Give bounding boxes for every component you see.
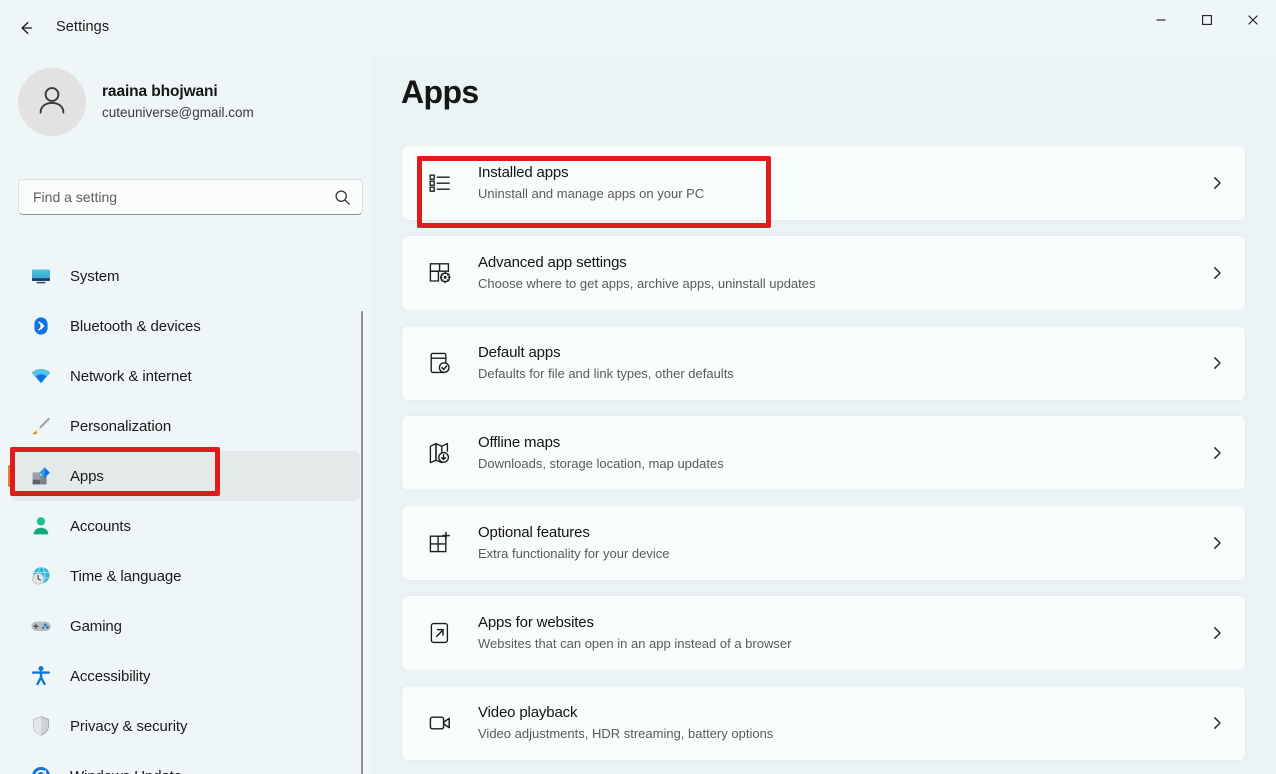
account-person-icon xyxy=(28,513,54,539)
sidebar-item-label: Accounts xyxy=(70,517,131,535)
apps-icon xyxy=(28,463,54,489)
card-subtitle: Choose where to get apps, archive apps, … xyxy=(478,276,816,291)
sidebar-item-privacy-security[interactable]: Privacy & security xyxy=(12,701,360,751)
search-icon[interactable] xyxy=(322,189,362,206)
sidebar-item-personalization[interactable]: Personalization xyxy=(12,401,360,451)
sidebar-item-label: Accessibility xyxy=(70,667,151,685)
sidebar-item-label: Gaming xyxy=(70,617,122,635)
chevron-right-icon[interactable] xyxy=(1189,535,1245,551)
app-gear-icon xyxy=(424,257,456,289)
sidebar-item-label: Windows Update xyxy=(70,768,182,774)
card-title: Default apps xyxy=(478,344,561,361)
sidebar-item-windows-update[interactable]: Windows Update xyxy=(12,751,360,774)
app-check-icon xyxy=(424,347,456,379)
close-button[interactable] xyxy=(1230,0,1276,40)
sidebar-item-network-internet[interactable]: Network & internet xyxy=(12,351,360,401)
minimize-button[interactable] xyxy=(1138,0,1184,40)
sidebar-item-apps[interactable]: Apps xyxy=(8,451,360,501)
sidebar-item-system[interactable]: System xyxy=(12,251,360,301)
accessibility-icon xyxy=(28,663,54,689)
chevron-right-icon[interactable] xyxy=(1189,265,1245,281)
card-installed-apps[interactable]: Installed apps Uninstall and manage apps… xyxy=(401,145,1246,221)
windows-update-icon xyxy=(28,763,54,774)
card-offline-maps[interactable]: Offline maps Downloads, storage location… xyxy=(401,415,1246,491)
external-link-icon xyxy=(424,617,456,649)
sidebar-item-label: Bluetooth & devices xyxy=(70,317,201,335)
sidebar: raaina bhojwani cuteuniverse@gmail.com F… xyxy=(0,56,372,774)
card-subtitle: Video adjustments, HDR streaming, batter… xyxy=(478,726,774,741)
chevron-right-icon[interactable] xyxy=(1189,175,1245,191)
monitor-icon xyxy=(28,263,54,289)
video-camera-icon xyxy=(424,707,456,739)
settings-window: Settings raaina bhojwani cuteuniverse@gm… xyxy=(0,0,1276,774)
card-subtitle: Defaults for file and link types, other … xyxy=(478,366,734,381)
card-title: Advanced app settings xyxy=(478,254,627,271)
close-icon xyxy=(1247,14,1259,26)
wifi-icon xyxy=(28,363,54,389)
sidebar-nav: System Bluetooth & devices Network & int… xyxy=(0,251,372,774)
clock-globe-icon xyxy=(28,563,54,589)
card-optional-features[interactable]: Optional features Extra functionality fo… xyxy=(401,505,1246,581)
gamepad-icon xyxy=(28,613,54,639)
vertical-scrollbar[interactable] xyxy=(360,311,364,774)
sidebar-item-label: Apps xyxy=(70,467,104,485)
sidebar-item-label: Time & language xyxy=(70,567,182,585)
chevron-right-icon[interactable] xyxy=(1189,715,1245,731)
card-advanced-app-settings[interactable]: Advanced app settings Choose where to ge… xyxy=(401,235,1246,311)
settings-card-list: Installed apps Uninstall and manage apps… xyxy=(401,145,1246,774)
card-title: Apps for websites xyxy=(478,614,594,631)
sidebar-item-accessibility[interactable]: Accessibility xyxy=(12,651,360,701)
sidebar-item-time-language[interactable]: Time & language xyxy=(12,551,360,601)
app-plus-icon xyxy=(424,527,456,559)
person-avatar-icon xyxy=(33,81,71,124)
minimize-icon xyxy=(1155,14,1167,26)
bluetooth-icon xyxy=(28,313,54,339)
chevron-right-icon[interactable] xyxy=(1189,625,1245,641)
avatar xyxy=(18,68,86,136)
card-apps-for-websites[interactable]: Apps for websites Websites that can open… xyxy=(401,595,1246,671)
list-bullets-icon xyxy=(424,167,456,199)
sidebar-item-label: Personalization xyxy=(70,417,172,435)
card-subtitle: Downloads, storage location, map updates xyxy=(478,456,724,471)
title-bar: Settings xyxy=(0,0,1276,56)
sidebar-item-label: Privacy & security xyxy=(70,717,188,735)
back-arrow-icon xyxy=(16,18,36,38)
card-subtitle: Uninstall and manage apps on your PC xyxy=(478,186,705,201)
card-title: Offline maps xyxy=(478,434,561,451)
account-block[interactable]: raaina bhojwani cuteuniverse@gmail.com xyxy=(18,68,254,136)
card-video-playback[interactable]: Video playback Video adjustments, HDR st… xyxy=(401,685,1246,761)
maximize-button[interactable] xyxy=(1184,0,1230,40)
search-box[interactable] xyxy=(18,179,363,215)
card-title: Installed apps xyxy=(478,164,569,181)
maximize-icon xyxy=(1201,14,1213,26)
main-content: Apps Installed apps Uninstall and manage… xyxy=(372,56,1276,774)
sidebar-item-bluetooth-devices[interactable]: Bluetooth & devices xyxy=(12,301,360,351)
sidebar-item-gaming[interactable]: Gaming xyxy=(12,601,360,651)
shield-icon xyxy=(28,713,54,739)
sidebar-item-accounts[interactable]: Accounts xyxy=(12,501,360,551)
sidebar-item-label: Network & internet xyxy=(70,367,192,385)
account-email: cuteuniverse@gmail.com xyxy=(102,105,254,120)
card-default-apps[interactable]: Default apps Defaults for file and link … xyxy=(401,325,1246,401)
window-title: Settings xyxy=(56,19,110,35)
card-title: Optional features xyxy=(478,524,590,541)
account-name: raaina bhojwani xyxy=(102,83,218,100)
chevron-right-icon[interactable] xyxy=(1189,355,1245,371)
card-subtitle: Websites that can open in an app instead… xyxy=(478,636,792,651)
card-subtitle: Extra functionality for your device xyxy=(478,546,670,561)
window-controls xyxy=(1138,0,1276,40)
back-button[interactable] xyxy=(8,12,44,44)
page-title: Apps xyxy=(401,74,479,110)
chevron-right-icon[interactable] xyxy=(1189,445,1245,461)
card-title: Video playback xyxy=(478,704,578,721)
scrollbar-thumb[interactable] xyxy=(361,311,363,774)
search-input[interactable] xyxy=(19,189,322,205)
map-download-icon xyxy=(424,437,456,469)
sidebar-item-label: System xyxy=(70,267,120,285)
paintbrush-icon xyxy=(28,413,54,439)
